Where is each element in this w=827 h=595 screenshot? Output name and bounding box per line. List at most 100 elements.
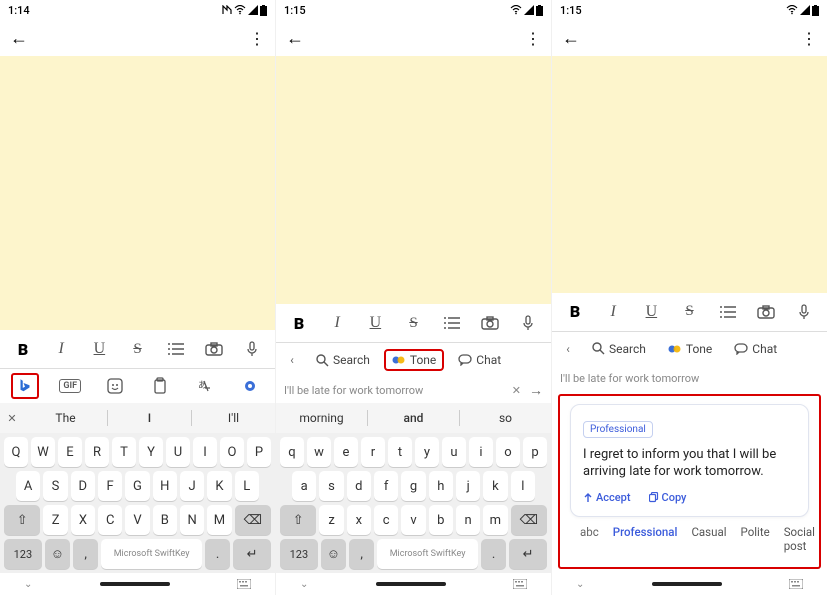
key-e[interactable]: E	[58, 437, 82, 467]
key-t[interactable]: t	[388, 437, 412, 467]
key-l[interactable]: L	[235, 471, 259, 501]
strike-button[interactable]: S	[125, 337, 149, 361]
close-suggestions[interactable]: ✕	[0, 412, 24, 425]
enter-key[interactable]: ↵	[509, 539, 547, 569]
key-x[interactable]: x	[347, 505, 371, 535]
suggestion-3[interactable]: I'll	[192, 411, 275, 425]
chat-mode-button[interactable]: Chat	[726, 338, 785, 360]
key-p[interactable]: P	[247, 437, 271, 467]
period-key[interactable]: .	[205, 539, 230, 569]
key-c[interactable]: c	[374, 505, 398, 535]
abc-toggle[interactable]: abc	[580, 525, 599, 553]
key-a[interactable]: a	[292, 471, 316, 501]
bold-button[interactable]: B	[11, 337, 35, 361]
bold-button[interactable]: B	[287, 311, 311, 335]
key-u[interactable]: u	[442, 437, 466, 467]
nav-home-pill[interactable]	[100, 582, 170, 586]
key-t[interactable]: T	[112, 437, 136, 467]
back-button[interactable]: ←	[10, 28, 28, 49]
comma-key[interactable]: ,	[349, 539, 374, 569]
suggestion-1[interactable]: The	[24, 411, 107, 425]
more-button[interactable]: ⋮	[249, 29, 265, 48]
ime-switch-icon[interactable]	[237, 579, 251, 589]
key-z[interactable]: Z	[43, 505, 67, 535]
chat-mode-button[interactable]: Chat	[450, 349, 509, 371]
sticker-button[interactable]	[94, 372, 137, 400]
key-v[interactable]: v	[401, 505, 425, 535]
key-d[interactable]: D	[71, 471, 95, 501]
key-c[interactable]: C	[98, 505, 122, 535]
key-g[interactable]: G	[125, 471, 149, 501]
key-o[interactable]: o	[496, 437, 520, 467]
key-e[interactable]: e	[334, 437, 358, 467]
note-body[interactable]	[276, 56, 551, 304]
key-y[interactable]: Y	[139, 437, 163, 467]
nav-home-pill[interactable]	[652, 582, 722, 586]
bold-button[interactable]: B	[563, 300, 587, 324]
key-n[interactable]: n	[456, 505, 480, 535]
list-icon[interactable]	[440, 311, 464, 335]
bing-back-button[interactable]: ‹	[282, 353, 302, 367]
note-body[interactable]	[0, 56, 275, 330]
key-n[interactable]: N	[180, 505, 204, 535]
backspace-key[interactable]: ⌫	[511, 505, 547, 535]
underline-button[interactable]: U	[639, 300, 663, 324]
key-j[interactable]: J	[180, 471, 204, 501]
key-s[interactable]: S	[43, 471, 67, 501]
bing-back-button[interactable]: ‹	[558, 342, 578, 356]
nav-caret-icon[interactable]: ⌄	[300, 579, 308, 590]
key-m[interactable]: M	[207, 505, 231, 535]
suggestion-1[interactable]: morning	[276, 411, 367, 425]
gif-button[interactable]: GIF	[49, 372, 92, 400]
tone-tab-professional[interactable]: Professional	[613, 525, 678, 553]
enter-key[interactable]: ↵	[233, 539, 271, 569]
key-d[interactable]: d	[347, 471, 371, 501]
nav-caret-icon[interactable]: ⌄	[24, 579, 32, 590]
camera-icon[interactable]	[478, 311, 502, 335]
key-f[interactable]: f	[374, 471, 398, 501]
emoji-key[interactable]: ☺	[321, 539, 346, 569]
bing-button[interactable]	[4, 372, 47, 400]
list-icon[interactable]	[164, 337, 188, 361]
key-p[interactable]: p	[523, 437, 547, 467]
key-w[interactable]: w	[307, 437, 331, 467]
search-mode-button[interactable]: Search	[584, 338, 654, 360]
list-icon[interactable]	[716, 300, 740, 324]
key-k[interactable]: K	[207, 471, 231, 501]
ime-switch-icon[interactable]	[513, 579, 527, 589]
back-button[interactable]: ←	[562, 28, 580, 49]
more-button[interactable]: ⋮	[525, 29, 541, 48]
mic-icon[interactable]	[516, 311, 540, 335]
key-f[interactable]: F	[98, 471, 122, 501]
key-w[interactable]: W	[31, 437, 55, 467]
italic-button[interactable]: I	[601, 300, 625, 324]
camera-icon[interactable]	[754, 300, 778, 324]
key-k[interactable]: k	[483, 471, 507, 501]
tone-mode-button[interactable]: Tone	[384, 349, 444, 371]
key-i[interactable]: i	[469, 437, 493, 467]
tone-mode-button[interactable]: Tone	[660, 338, 720, 360]
clear-input-button[interactable]: ✕	[512, 384, 521, 397]
note-body[interactable]	[552, 56, 827, 293]
ime-switch-icon[interactable]	[789, 579, 803, 589]
key-z[interactable]: z	[319, 505, 343, 535]
tone-tab-polite[interactable]: Polite	[741, 525, 770, 553]
tone-tab-social[interactable]: Social post	[784, 525, 815, 553]
key-x[interactable]: X	[71, 505, 95, 535]
key-s[interactable]: s	[319, 471, 343, 501]
nav-caret-icon[interactable]: ⌄	[576, 579, 584, 590]
key-a[interactable]: A	[16, 471, 40, 501]
numeric-key[interactable]: 123	[280, 539, 318, 569]
italic-button[interactable]: I	[49, 337, 73, 361]
underline-button[interactable]: U	[87, 337, 111, 361]
nav-home-pill[interactable]	[376, 582, 446, 586]
submit-arrow-button[interactable]: →	[529, 382, 543, 399]
key-m[interactable]: m	[483, 505, 507, 535]
space-key[interactable]: Microsoft SwiftKey	[377, 539, 478, 569]
key-i[interactable]: I	[193, 437, 217, 467]
key-g[interactable]: g	[401, 471, 425, 501]
mic-icon[interactable]	[240, 337, 264, 361]
italic-button[interactable]: I	[325, 311, 349, 335]
numeric-key[interactable]: 123	[4, 539, 42, 569]
key-r[interactable]: r	[361, 437, 385, 467]
